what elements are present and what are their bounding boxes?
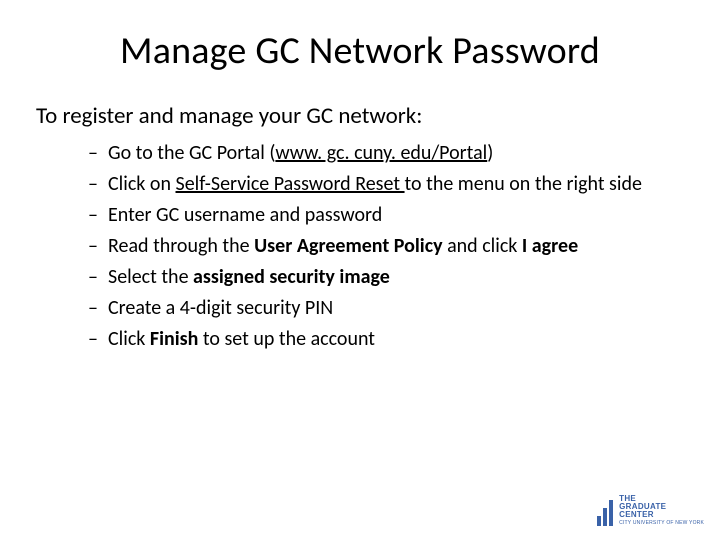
- text: Go to the GC Portal (: [108, 141, 275, 165]
- sspr-link[interactable]: Self-Service Password Reset: [176, 172, 405, 196]
- logo-text: THE GRADUATE CENTER CITY UNIVERSITY OF N…: [619, 495, 704, 526]
- bold-text: User Agreement Policy: [254, 234, 447, 258]
- bold-text: assigned security image: [193, 265, 390, 289]
- bold-text: I agree: [522, 234, 578, 258]
- text: Create a 4-digit security PIN: [108, 296, 333, 320]
- logo-subline: CITY UNIVERSITY OF NEW YORK: [619, 521, 704, 526]
- graduate-center-logo: THE GRADUATE CENTER CITY UNIVERSITY OF N…: [597, 495, 704, 526]
- list-item: Create a 4-digit security PIN: [88, 295, 684, 322]
- list-item: Go to the GC Portal (www. gc. cuny. edu/…: [88, 140, 684, 167]
- intro-text: To register and manage your GC network:: [36, 102, 684, 130]
- text: to the menu on the right side: [405, 172, 642, 196]
- list-item: Read through the User Agreement Policy a…: [88, 233, 684, 260]
- slide: Manage GC Network Password To register a…: [0, 0, 720, 540]
- text: Select the: [108, 265, 193, 289]
- text: Click on: [108, 172, 176, 196]
- list-item: Enter GC username and password: [88, 202, 684, 229]
- text: ): [487, 141, 493, 165]
- bold-text: Finish: [150, 327, 203, 351]
- list-item: Click Finish to set up the account: [88, 326, 684, 353]
- slide-title: Manage GC Network Password: [36, 28, 684, 74]
- portal-link[interactable]: www. gc. cuny. edu/Portal: [275, 141, 487, 165]
- logo-line: CENTER: [619, 511, 704, 519]
- text: Read through the: [108, 234, 254, 258]
- logo-bars-icon: [597, 500, 613, 526]
- text: Click: [108, 327, 150, 351]
- text: Enter GC username and password: [108, 203, 382, 227]
- text: and click: [447, 234, 522, 258]
- list-item: Click on Self-Service Password Reset to …: [88, 171, 684, 198]
- list-item: Select the assigned security image: [88, 264, 684, 291]
- bullet-list: Go to the GC Portal (www. gc. cuny. edu/…: [36, 140, 684, 353]
- text: to set up the account: [203, 327, 375, 351]
